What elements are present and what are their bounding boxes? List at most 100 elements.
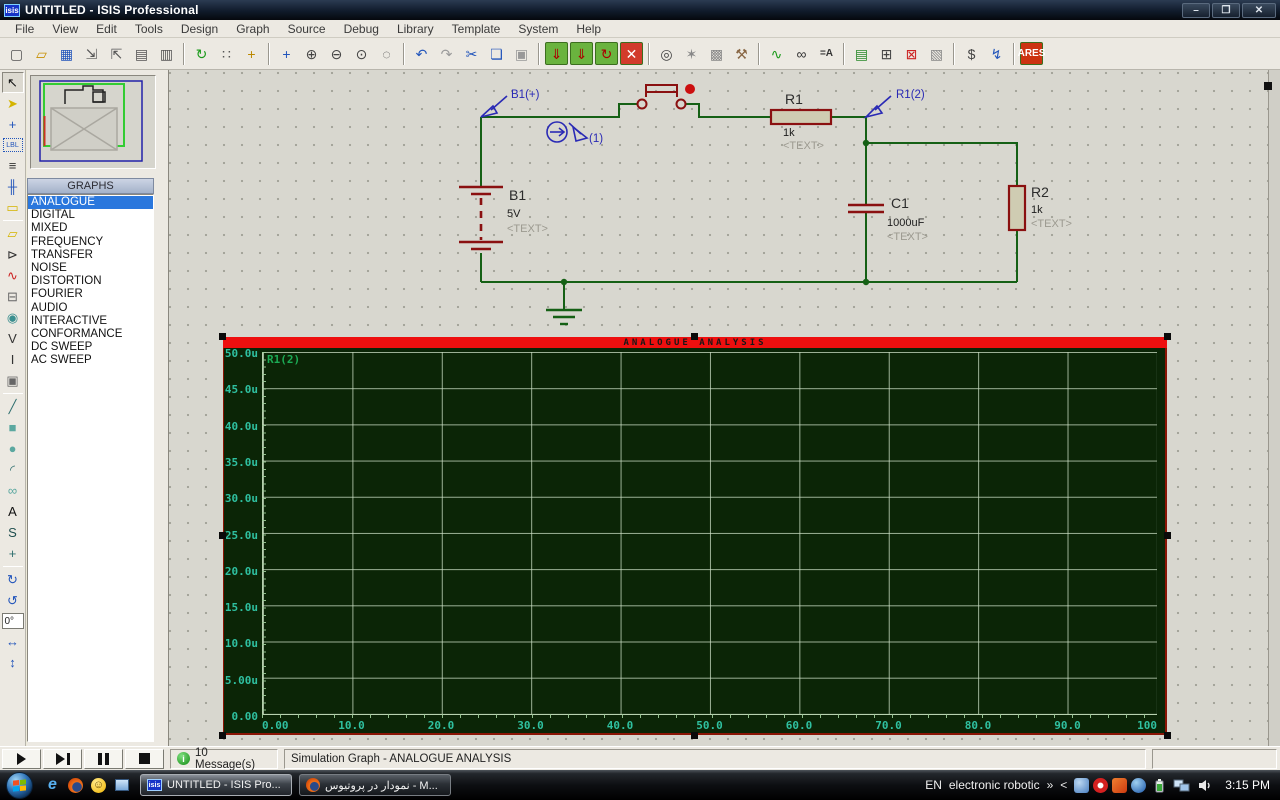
- resize-handle-s[interactable]: [691, 732, 698, 739]
- resize-handle-ne[interactable]: [1164, 333, 1171, 340]
- text-script-mode-icon[interactable]: ≡: [2, 155, 24, 176]
- component-capacitor-c1[interactable]: C1 1000uF <TEXT>: [848, 195, 928, 243]
- graph-mode-icon[interactable]: ∿: [2, 265, 24, 286]
- pan-icon[interactable]: +: [275, 42, 298, 65]
- 2d-circle-icon[interactable]: ●: [2, 438, 24, 459]
- new-file-icon[interactable]: ▢: [5, 42, 28, 65]
- resize-handle-e[interactable]: [1164, 532, 1171, 539]
- resize-handle-nw[interactable]: [219, 333, 226, 340]
- wire-label-mode-icon[interactable]: LBL: [2, 138, 23, 152]
- step-button[interactable]: [43, 748, 82, 769]
- zoom-out-icon[interactable]: ⊖: [325, 42, 348, 65]
- packaging-tool-icon[interactable]: ▩: [705, 42, 728, 65]
- new-sheet-icon[interactable]: ⊞: [875, 42, 898, 65]
- 2d-marker-icon[interactable]: +: [2, 543, 24, 564]
- graph-type-interactive[interactable]: INTERACTIVE: [28, 315, 153, 328]
- 2d-line-icon[interactable]: ╱: [2, 396, 24, 417]
- grid-toggle-icon[interactable]: ∷: [215, 42, 238, 65]
- internet-explorer-icon[interactable]: e: [44, 776, 61, 794]
- device-pin-mode-icon[interactable]: ⊳: [2, 244, 24, 265]
- analogue-analysis-graph[interactable]: ANALOGUE ANALYSIS R1(2) 50.0u 45.0u 40.0u 3…: [219, 333, 1171, 739]
- resize-handle-w[interactable]: [219, 532, 226, 539]
- export-section-icon[interactable]: ⇱: [105, 42, 128, 65]
- terminal-mode-icon[interactable]: ▱: [2, 223, 24, 244]
- import-section-icon[interactable]: ⇲: [80, 42, 103, 65]
- redo-icon[interactable]: ↷: [435, 42, 458, 65]
- graph-type-audio[interactable]: AUDIO: [28, 302, 153, 315]
- minimize-button[interactable]: [1182, 2, 1210, 18]
- menu-debug[interactable]: Debug: [335, 22, 388, 36]
- play-button[interactable]: [2, 748, 41, 769]
- zoom-area-icon[interactable]: ◌: [375, 42, 398, 65]
- block-copy-icon[interactable]: ⇓: [545, 42, 568, 65]
- plot-area[interactable]: R1(2): [262, 352, 1157, 715]
- menu-help[interactable]: Help: [567, 22, 610, 36]
- tray-app-red-icon[interactable]: [1093, 777, 1109, 793]
- menu-tools[interactable]: Tools: [126, 22, 172, 36]
- 2d-arc-icon[interactable]: ◜: [2, 459, 24, 480]
- property-assignment-icon[interactable]: =A: [815, 42, 838, 65]
- menu-graph[interactable]: Graph: [227, 22, 278, 36]
- 2d-path-icon[interactable]: ∞: [2, 480, 24, 501]
- netlist-to-ares-icon[interactable]: ARES: [1018, 42, 1045, 65]
- zoom-in-icon[interactable]: ⊕: [300, 42, 323, 65]
- cut-icon[interactable]: ✂: [460, 42, 483, 65]
- generator-mode-icon[interactable]: ◉: [2, 307, 24, 328]
- graph-type-conformance[interactable]: CONFORMANCE: [28, 328, 153, 341]
- graph-type-ac-sweep[interactable]: AC SWEEP: [28, 354, 153, 367]
- component-mode-icon[interactable]: ➤: [2, 93, 24, 114]
- resize-handle-n[interactable]: [691, 333, 698, 340]
- messenger-icon[interactable]: ☺: [90, 777, 107, 794]
- resize-handle-sw[interactable]: [219, 732, 226, 739]
- current-probe-mode-icon[interactable]: I: [2, 349, 24, 370]
- menu-design[interactable]: Design: [172, 22, 227, 36]
- graph-type-noise[interactable]: NOISE: [28, 262, 153, 275]
- menu-view[interactable]: View: [43, 22, 87, 36]
- graph-type-frequency[interactable]: FREQUENCY: [28, 236, 153, 249]
- taskbar-button-2[interactable]: نمودار در پروتيوس - M...: [299, 774, 451, 796]
- menu-system[interactable]: System: [509, 22, 567, 36]
- component-pushbutton[interactable]: [636, 84, 696, 110]
- title-bar[interactable]: isis UNTITLED - ISIS Professional: [0, 0, 1280, 20]
- paste-icon[interactable]: ▣: [510, 42, 533, 65]
- pick-device-icon[interactable]: ◎: [655, 42, 678, 65]
- menu-library[interactable]: Library: [388, 22, 443, 36]
- stop-button[interactable]: [125, 748, 164, 769]
- redraw-icon[interactable]: ↻: [190, 42, 213, 65]
- subcircuit-mode-icon[interactable]: ▭: [2, 197, 24, 218]
- tray-app-blue-icon[interactable]: [1074, 777, 1090, 793]
- goto-sheet-icon[interactable]: ▧: [925, 42, 948, 65]
- schematic-canvas[interactable]: B1 5V <TEXT> R1 1k <TEXT> C1 1000uF <TEX…: [168, 70, 1268, 746]
- tray-app-orange-icon[interactable]: [1112, 777, 1128, 793]
- junction-dot-mode-icon[interactable]: +: [2, 114, 24, 135]
- firefox-icon[interactable]: [67, 777, 84, 794]
- print-icon[interactable]: ▤: [130, 42, 153, 65]
- rotation-angle-field[interactable]: 0°: [1, 613, 24, 629]
- remove-sheet-icon[interactable]: ⊠: [900, 42, 923, 65]
- taskbar-clock[interactable]: 3:15 PM: [1225, 778, 1270, 792]
- design-explorer-icon[interactable]: ▤: [850, 42, 873, 65]
- show-desktop-icon[interactable]: [113, 777, 130, 794]
- make-device-icon[interactable]: ✶: [680, 42, 703, 65]
- tape-recorder-mode-icon[interactable]: ⊟: [2, 286, 24, 307]
- wire-autorouter-icon[interactable]: ∿: [765, 42, 788, 65]
- 2d-symbol-icon[interactable]: S: [2, 522, 24, 543]
- selection-pointer-icon[interactable]: ↖: [1, 72, 24, 93]
- menu-template[interactable]: Template: [443, 22, 510, 36]
- open-file-icon[interactable]: ▱: [30, 42, 53, 65]
- component-resistor-r1[interactable]: R1 1k <TEXT>: [769, 91, 833, 152]
- menu-file[interactable]: File: [6, 22, 43, 36]
- menu-source[interactable]: Source: [279, 22, 335, 36]
- zoom-all-icon[interactable]: ⊙: [350, 42, 373, 65]
- component-battery-b1[interactable]: B1 5V <TEXT>: [459, 185, 548, 251]
- graph-type-fourier[interactable]: FOURIER: [28, 288, 153, 301]
- block-delete-icon[interactable]: ✕: [620, 42, 643, 65]
- block-rotate-icon[interactable]: ↻: [595, 42, 618, 65]
- graph-type-transfer[interactable]: TRANSFER: [28, 249, 153, 262]
- graph-type-digital[interactable]: DIGITAL: [28, 209, 153, 222]
- graph-type-mixed[interactable]: MIXED: [28, 222, 153, 235]
- mark-output-area-icon[interactable]: ▥: [155, 42, 178, 65]
- restore-button[interactable]: [1212, 2, 1240, 18]
- start-button[interactable]: [6, 771, 33, 799]
- undo-icon[interactable]: ↶: [410, 42, 433, 65]
